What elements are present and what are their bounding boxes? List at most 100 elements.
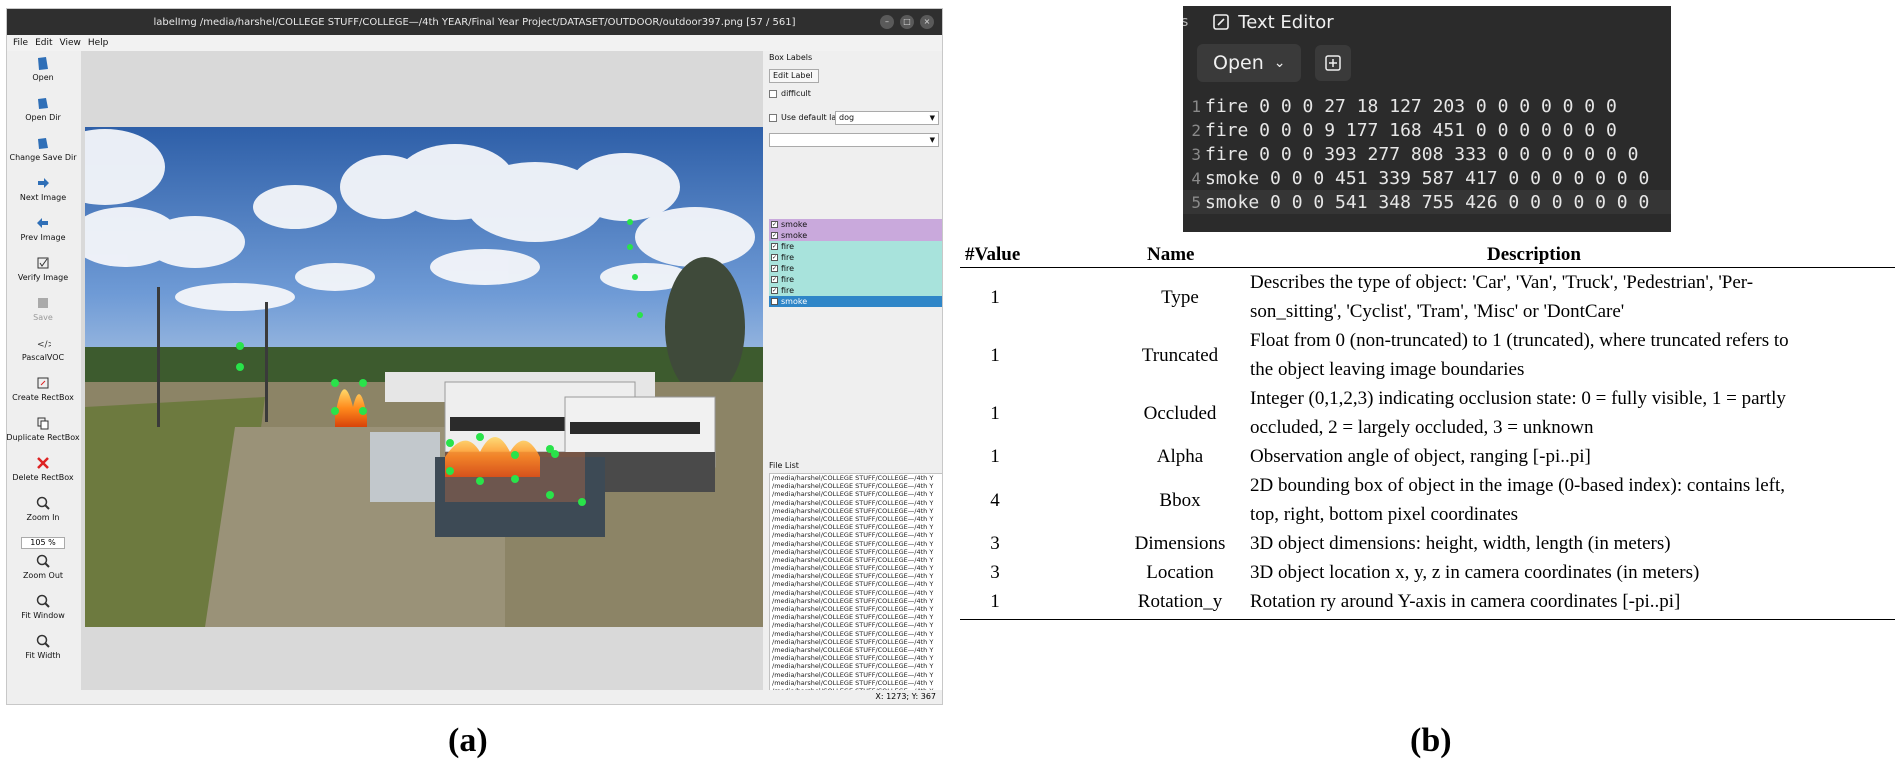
description-line: son_sitting', 'Cyclist', 'Tram', 'Misc' … bbox=[1250, 301, 1625, 322]
toolbar-zoom-in-button[interactable]: Zoom In bbox=[7, 495, 79, 533]
difficult-checkbox-row[interactable]: difficult bbox=[769, 89, 811, 98]
file-list-item[interactable]: /media/harshel/COLLEGE STUFF/COLLEGE—/4t… bbox=[770, 540, 942, 548]
toolbar-verify-image-button[interactable]: Verify Image bbox=[7, 255, 79, 293]
label-checkbox[interactable]: ✓ bbox=[771, 265, 778, 272]
file-list-item[interactable]: /media/harshel/COLLEGE STUFF/COLLEGE—/4t… bbox=[770, 671, 942, 679]
label-checkbox[interactable]: ✓ bbox=[771, 298, 778, 305]
line-text: smoke 0 0 0 541 348 755 426 0 0 0 0 0 0 … bbox=[1205, 191, 1650, 213]
menu-view[interactable]: View bbox=[60, 38, 81, 48]
file-list-item[interactable]: /media/harshel/COLLEGE STUFF/COLLEGE—/4t… bbox=[770, 572, 942, 580]
line-text: smoke 0 0 0 451 339 587 417 0 0 0 0 0 0 … bbox=[1205, 167, 1650, 189]
row-value: 1 bbox=[990, 402, 1000, 424]
toolbar-save-button[interactable]: Save bbox=[7, 295, 79, 333]
toolbar-pascalvoc-button[interactable]: </> PascalVOC bbox=[7, 335, 79, 373]
row-description: 2D bounding box of object in the image (… bbox=[1250, 471, 1895, 529]
file-list-item[interactable]: /media/harshel/COLLEGE STUFF/COLLEGE—/4t… bbox=[770, 630, 942, 638]
text-editor-line[interactable]: 3 fire 0 0 0 393 277 808 333 0 0 0 0 0 0 … bbox=[1183, 142, 1671, 166]
file-list-item[interactable]: /media/harshel/COLLEGE STUFF/COLLEGE—/4t… bbox=[770, 589, 942, 597]
toolbar-duplicate-rectbox-button[interactable]: Duplicate RectBox bbox=[7, 415, 80, 453]
file-list-item[interactable]: /media/harshel/COLLEGE STUFF/COLLEGE—/4t… bbox=[770, 638, 942, 646]
row-description: Observation angle of object, ranging [-p… bbox=[1250, 442, 1895, 471]
zoom-level-field[interactable]: 105 % bbox=[21, 537, 65, 549]
maximize-icon[interactable]: □ bbox=[900, 15, 914, 29]
file-list-title: File List bbox=[769, 461, 799, 470]
file-list-item[interactable]: /media/harshel/COLLEGE STUFF/COLLEGE—/4t… bbox=[770, 474, 942, 482]
label-checkbox[interactable]: ✓ bbox=[771, 287, 778, 294]
row-value: 3 bbox=[990, 562, 1000, 583]
label-checkbox[interactable]: ✓ bbox=[771, 243, 778, 250]
text-editor-content[interactable]: 1 fire 0 0 0 27 18 127 203 0 0 0 0 0 0 02… bbox=[1183, 88, 1671, 214]
label-list-item[interactable]: ✓ fire bbox=[769, 241, 942, 252]
open-button-label: Open bbox=[1213, 52, 1264, 74]
label-list-item[interactable]: ✓ fire bbox=[769, 252, 942, 263]
label-text: smoke bbox=[781, 297, 808, 306]
label-list-item[interactable]: ✓ smoke bbox=[769, 230, 942, 241]
file-list-item[interactable]: /media/harshel/COLLEGE STUFF/COLLEGE—/4t… bbox=[770, 646, 942, 654]
label-list-item[interactable]: ✓ smoke bbox=[769, 296, 942, 307]
difficult-checkbox[interactable] bbox=[769, 89, 777, 98]
file-list-item[interactable]: /media/harshel/COLLEGE STUFF/COLLEGE—/4t… bbox=[770, 548, 942, 556]
file-list-item[interactable]: /media/harshel/COLLEGE STUFF/COLLEGE—/4t… bbox=[770, 597, 942, 605]
label-list-item[interactable]: ✓ fire bbox=[769, 285, 942, 296]
table-row: 4 Bbox 2D bounding box of object in the im… bbox=[960, 471, 1895, 529]
delete-x-icon bbox=[37, 457, 49, 469]
toolbar-open-button[interactable]: Open bbox=[7, 55, 79, 93]
toolbar-change-save-dir-button[interactable]: Change Save Dir bbox=[7, 135, 79, 173]
text-editor-line[interactable]: 2 fire 0 0 0 9 177 168 451 0 0 0 0 0 0 0 bbox=[1183, 118, 1671, 142]
file-list-item[interactable]: /media/harshel/COLLEGE STUFF/COLLEGE—/4t… bbox=[770, 662, 942, 670]
menu-file[interactable]: File bbox=[13, 38, 28, 48]
toolbar-open-dir-button[interactable]: Open Dir bbox=[7, 95, 79, 133]
description-line: the object leaving image boundaries bbox=[1250, 359, 1525, 380]
label-checkbox[interactable]: ✓ bbox=[771, 232, 778, 239]
text-editor-line[interactable]: 5 smoke 0 0 0 541 348 755 426 0 0 0 0 0 0… bbox=[1183, 190, 1671, 214]
file-list-item[interactable]: /media/harshel/COLLEGE STUFF/COLLEGE—/4t… bbox=[770, 523, 942, 531]
menu-edit[interactable]: Edit bbox=[35, 38, 52, 48]
toolbar-create-rectbox-button[interactable]: Create RectBox bbox=[7, 375, 79, 413]
use-default-label-checkbox[interactable] bbox=[769, 113, 777, 122]
text-editor-line[interactable]: 4 smoke 0 0 0 451 339 587 417 0 0 0 0 0 0… bbox=[1183, 166, 1671, 190]
file-list-item[interactable]: /media/harshel/COLLEGE STUFF/COLLEGE—/4t… bbox=[770, 580, 942, 588]
toolbar-prev-image-button[interactable]: Prev Image bbox=[7, 215, 79, 253]
line-number: 2 bbox=[1191, 120, 1201, 140]
edit-label-button[interactable]: Edit Label bbox=[769, 69, 819, 83]
file-list-item[interactable]: /media/harshel/COLLEGE STUFF/COLLEGE—/4t… bbox=[770, 654, 942, 662]
file-list-item[interactable]: /media/harshel/COLLEGE STUFF/COLLEGE—/4t… bbox=[770, 482, 942, 490]
line-number: 1 bbox=[1191, 96, 1201, 116]
file-list-item[interactable]: /media/harshel/COLLEGE STUFF/COLLEGE—/4t… bbox=[770, 621, 942, 629]
file-list-item[interactable]: /media/harshel/COLLEGE STUFF/COLLEGE—/4t… bbox=[770, 556, 942, 564]
toolbar-zoom-out-button[interactable]: Zoom Out bbox=[7, 553, 79, 591]
file-list-item[interactable]: /media/harshel/COLLEGE STUFF/COLLEGE—/4t… bbox=[770, 499, 942, 507]
file-list-item[interactable]: /media/harshel/COLLEGE STUFF/COLLEGE—/4t… bbox=[770, 515, 942, 523]
toolbar-fit-width-button[interactable]: Fit Width bbox=[7, 633, 79, 671]
file-list-item[interactable]: /media/harshel/COLLEGE STUFF/COLLEGE—/4t… bbox=[770, 564, 942, 572]
new-tab-button[interactable] bbox=[1315, 45, 1352, 81]
open-button[interactable]: Open ⌄ bbox=[1197, 44, 1302, 82]
menu-help[interactable]: Help bbox=[88, 38, 109, 48]
image-canvas[interactable] bbox=[81, 51, 763, 690]
file-list-item[interactable]: /media/harshel/COLLEGE STUFF/COLLEGE—/4t… bbox=[770, 490, 942, 498]
minimize-icon[interactable]: – bbox=[880, 15, 894, 29]
label-filter-select[interactable]: ▼ bbox=[769, 133, 939, 147]
file-list[interactable]: /media/harshel/COLLEGE STUFF/COLLEGE—/4t… bbox=[769, 473, 942, 701]
file-list-item[interactable]: /media/harshel/COLLEGE STUFF/COLLEGE—/4t… bbox=[770, 507, 942, 515]
label-list-item[interactable]: ✓ fire bbox=[769, 274, 942, 285]
open-dir-icon bbox=[38, 98, 48, 109]
label-list-item[interactable]: ✓ fire bbox=[769, 263, 942, 274]
label-checkbox[interactable]: ✓ bbox=[771, 276, 778, 283]
label-checkbox[interactable]: ✓ bbox=[771, 254, 778, 261]
toolbar-next-image-button[interactable]: Next Image bbox=[7, 175, 79, 213]
toolbar-delete-rectbox-button[interactable]: Delete RectBox bbox=[7, 455, 79, 493]
label-list-item[interactable]: ✓ smoke bbox=[769, 219, 942, 230]
menu-bar: File Edit View Help bbox=[7, 35, 942, 51]
file-list-item[interactable]: /media/harshel/COLLEGE STUFF/COLLEGE—/4t… bbox=[770, 531, 942, 539]
default-label-select[interactable]: dog ▼ bbox=[835, 111, 939, 125]
toolbar-fit-window-button[interactable]: Fit Window bbox=[7, 593, 79, 631]
file-list-item[interactable]: /media/harshel/COLLEGE STUFF/COLLEGE—/4t… bbox=[770, 679, 942, 687]
text-editor-line[interactable]: 1 fire 0 0 0 27 18 127 203 0 0 0 0 0 0 0 bbox=[1183, 94, 1671, 118]
file-list-item[interactable]: /media/harshel/COLLEGE STUFF/COLLEGE—/4t… bbox=[770, 613, 942, 621]
annotated-photo[interactable] bbox=[85, 127, 763, 627]
line-text: fire 0 0 0 27 18 127 203 0 0 0 0 0 0 0 bbox=[1205, 95, 1617, 117]
label-checkbox[interactable]: ✓ bbox=[771, 221, 778, 228]
file-list-item[interactable]: /media/harshel/COLLEGE STUFF/COLLEGE—/4t… bbox=[770, 605, 942, 613]
close-icon[interactable]: × bbox=[920, 15, 934, 29]
